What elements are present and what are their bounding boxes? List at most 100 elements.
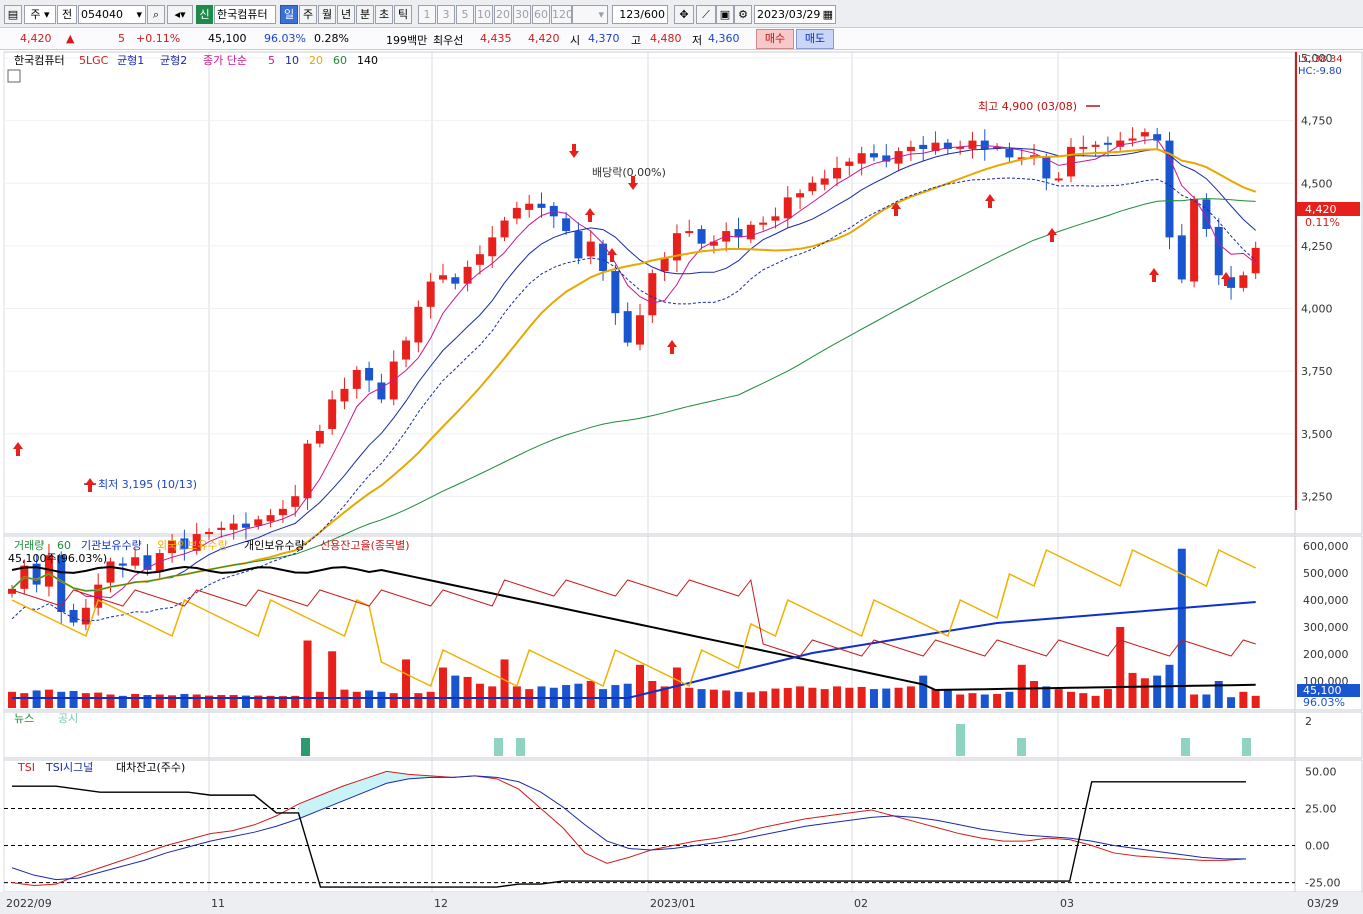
candle (845, 161, 854, 166)
candle (1091, 144, 1100, 147)
number-3-button[interactable]: 3 (437, 5, 455, 24)
stock-code-value: 054040 (81, 8, 123, 21)
volume-bar (1190, 694, 1199, 708)
open-price: 4,370 (588, 32, 620, 45)
high-label: 고 (631, 34, 642, 47)
buy-button[interactable]: 매수 (756, 29, 794, 49)
volume-summary: 45,100주(96.03%) (8, 552, 107, 565)
search-icon[interactable]: ⌕ (147, 5, 165, 24)
hc-label: HC:-9.80 (1298, 66, 1342, 77)
interval-0-button[interactable]: 일 (280, 5, 298, 24)
candle (746, 224, 755, 240)
candle (709, 241, 718, 246)
stock-name-field[interactable]: 한국컴퓨터 (214, 5, 276, 24)
number-1-button[interactable]: 1 (418, 5, 436, 24)
volume-bar (475, 683, 484, 708)
number-120-button[interactable]: 120 (551, 5, 572, 24)
chart-icon[interactable]: ▤ (4, 5, 22, 24)
candle (1190, 199, 1199, 282)
price-tick-label: 4,000 (1301, 303, 1333, 316)
open-label: 시 (570, 34, 581, 47)
chevron-down-icon: ▾ (136, 8, 142, 21)
crosshair-icon[interactable]: ✥ (674, 5, 694, 24)
current-price-tag: 4,420 (1305, 203, 1337, 216)
number-30-button[interactable]: 30 (513, 5, 531, 24)
high-price: 4,480 (650, 32, 682, 45)
volume-bar (623, 683, 632, 708)
current-volume-pct: 96.03% (1303, 696, 1345, 709)
candle (833, 167, 842, 179)
sell-button[interactable]: 매도 (796, 29, 834, 49)
x-tick-label: 11 (211, 897, 225, 910)
volume-bar (438, 667, 447, 708)
price-legend-9: 140 (357, 54, 378, 67)
number-5-button[interactable]: 5 (456, 5, 474, 24)
candle (512, 207, 521, 219)
candle (562, 218, 571, 232)
x-tick-label: 03 (1060, 897, 1074, 910)
quote-bar: 4,420 ▲ 5 +0.11% 45,100 96.03% 0.28% 199… (0, 28, 1363, 50)
news-marker (1242, 738, 1251, 756)
volume-bar (636, 664, 644, 708)
period-select[interactable]: 주 ▾ (24, 5, 56, 24)
candle (131, 557, 140, 566)
best-ask: 4,435 (480, 32, 512, 45)
period-label: 주 (30, 8, 41, 21)
volume-bar (586, 681, 595, 708)
volume-bar (1140, 678, 1149, 708)
price-legend-4: 종가 단순 (203, 54, 247, 67)
volume-bar (869, 689, 878, 708)
volume-legend-2: 기관보유수량 (81, 539, 142, 552)
candle (636, 315, 644, 345)
current-price: 4,420 (20, 32, 52, 45)
interval-5-button[interactable]: 초 (375, 5, 393, 24)
volume-bar (857, 686, 866, 708)
volume-bar (180, 693, 189, 708)
price-tick-label: 4,500 (1301, 177, 1333, 190)
candle (537, 203, 546, 208)
price-tick-label: 3,750 (1301, 365, 1333, 378)
candle (475, 254, 484, 265)
volume-bar (69, 690, 78, 708)
draw-tool-icon[interactable]: ⟋ (696, 5, 716, 24)
candle (586, 241, 595, 257)
candle (1116, 140, 1125, 147)
candle (426, 281, 435, 307)
volume-bar (229, 695, 238, 708)
save-icon[interactable]: ▣ (716, 5, 734, 24)
number-10-button[interactable]: 10 (475, 5, 493, 24)
volume-bar (1042, 686, 1051, 708)
candle (1005, 148, 1014, 158)
prev-button[interactable]: 전 (57, 5, 77, 24)
volume-bar (1227, 697, 1236, 708)
volume-legend-5: 신용잔고율(종목별) (320, 539, 410, 552)
candle (229, 523, 238, 530)
volume-bar (746, 692, 755, 708)
gear-icon[interactable]: ⚙ (734, 5, 752, 24)
volume-bar (328, 651, 337, 708)
volume-bar (500, 659, 509, 708)
volume-legend-3: 외국인보유수량 (157, 539, 228, 552)
interval-6-button[interactable]: 틱 (394, 5, 412, 24)
interval-2-button[interactable]: 월 (318, 5, 336, 24)
date-value: 2023/03/29 (757, 8, 821, 21)
display-count-field[interactable]: 123/600 (612, 5, 668, 24)
price-change: 5 (118, 32, 125, 45)
volume-bar (1017, 664, 1026, 708)
x-tick-label: 02 (854, 897, 868, 910)
date-field[interactable]: 2023/03/29 ▦ (754, 5, 836, 24)
tsi-tick-label: 25.00 (1305, 802, 1337, 815)
interval-4-button[interactable]: 분 (356, 5, 374, 24)
volume-bar (57, 691, 66, 708)
custom-period-select[interactable]: ▾ (572, 5, 608, 24)
number-20-button[interactable]: 20 (494, 5, 512, 24)
stock-chart[interactable]: 최고 4,900 (03/08) 최저 3,195 (10/13) 배당락(0.00… (0, 50, 1363, 914)
number-60-button[interactable]: 60 (532, 5, 550, 24)
volume-bar (562, 685, 571, 708)
stock-code-input[interactable]: 054040 ▾ (78, 5, 146, 24)
interval-1-button[interactable]: 주 (299, 5, 317, 24)
volume-bar (672, 667, 681, 708)
speaker-icon[interactable]: ◂▾ (167, 5, 193, 24)
interval-3-button[interactable]: 년 (337, 5, 355, 24)
volume-legend-1: 60 (57, 539, 71, 552)
